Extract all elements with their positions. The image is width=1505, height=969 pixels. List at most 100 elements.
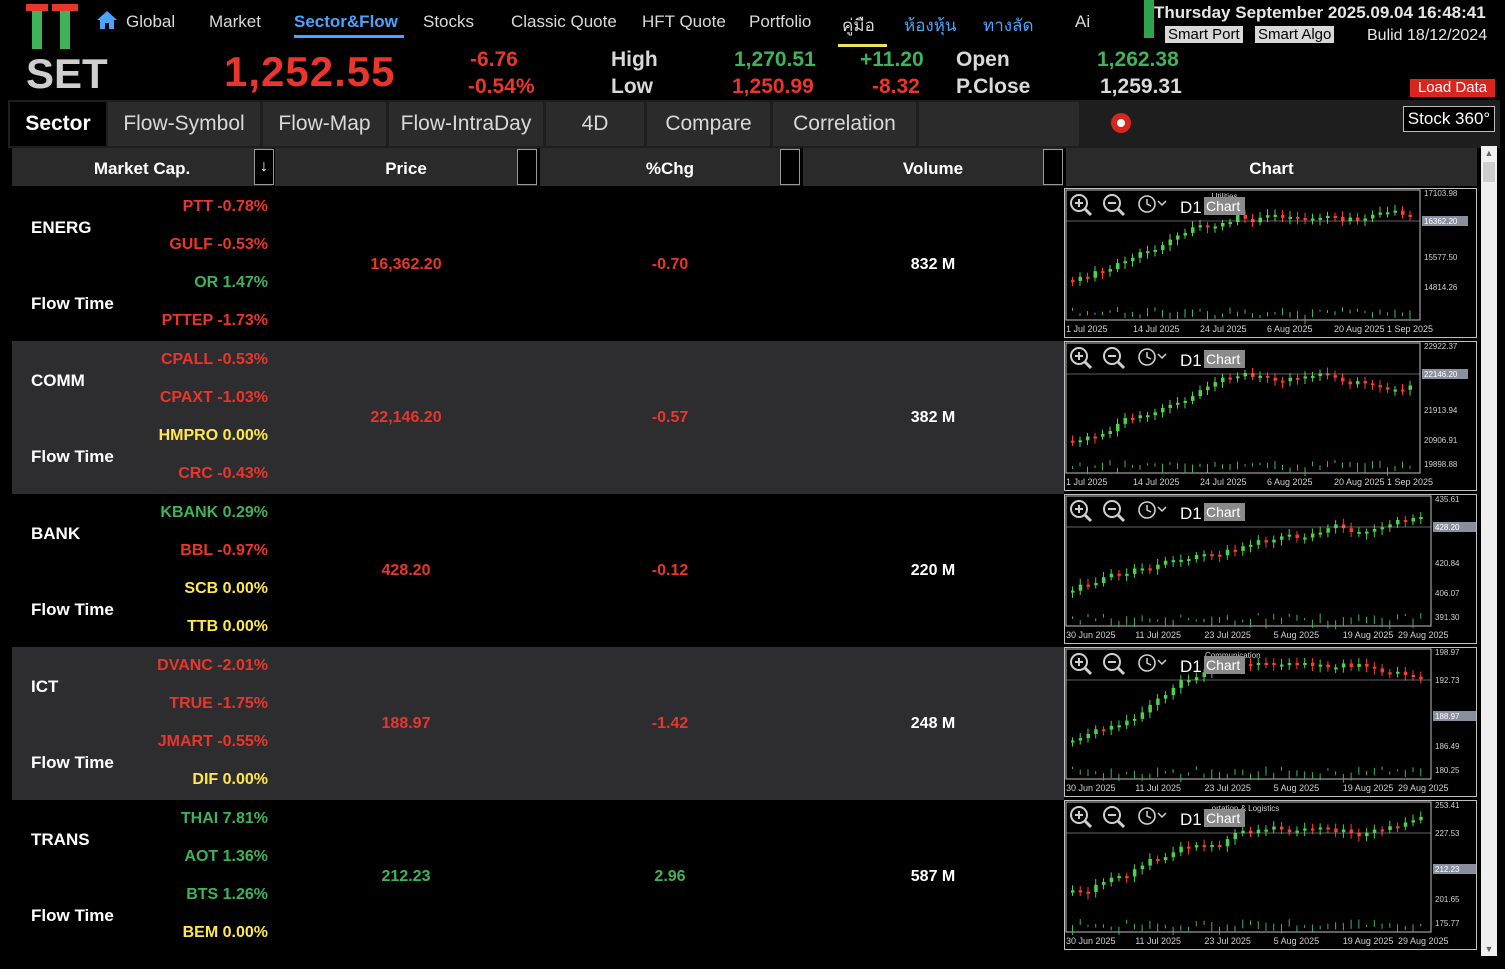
smart-algo-button[interactable]: Smart Algo [1255,26,1335,43]
flow-time-link[interactable]: Flow Time [31,753,114,773]
nav-ai[interactable]: Ai [1075,12,1090,32]
header-market-cap[interactable]: Market Cap. [12,148,272,186]
svg-text:20906.91: 20906.91 [1424,436,1458,445]
zoom-out-icon[interactable] [1103,347,1126,370]
top-stock[interactable]: TRUE -1.75% [169,695,268,713]
top-stock[interactable]: OR 1.47% [194,274,268,292]
table-row[interactable]: ENERG Flow Time PTT -0.78% GULF -0.53% OR 1.… [12,188,1064,341]
cell-chg: -1.42 [651,715,689,732]
scroll-down-icon[interactable]: ▼ [1481,942,1497,956]
stock360-button[interactable]: Stock 360° [1403,106,1495,132]
top-stock[interactable]: KBANK 0.29% [160,504,268,522]
zoom-out-icon[interactable] [1103,653,1126,676]
smart-port-button[interactable]: Smart Port [1165,26,1243,43]
zoom-in-icon[interactable] [1070,194,1093,217]
flow-time-link[interactable]: Flow Time [31,600,114,620]
top-stock[interactable]: CPAXT -1.03% [160,389,268,407]
nav-hft-quote[interactable]: HFT Quote [642,12,726,32]
flow-time-link[interactable]: Flow Time [31,906,114,926]
flow-time-link[interactable]: Flow Time [31,447,114,467]
nav-manual[interactable]: คู่มือ [838,12,887,47]
zoom-out-icon[interactable] [1103,194,1126,217]
zoom-in-icon[interactable] [1070,806,1093,829]
nav-stock-room[interactable]: ห้องหุ้น [904,12,957,39]
sector-name[interactable]: COMM [31,371,85,391]
svg-text:19 Aug 2025: 19 Aug 2025 [1343,783,1394,793]
tab-flow-intraday[interactable]: Flow-IntraDay [389,102,543,146]
clock-icon[interactable] [1138,654,1167,672]
chart-button[interactable]: Chart [1204,197,1245,215]
top-stock[interactable]: TTB 0.00% [187,618,268,636]
top-stock[interactable]: DIF 0.00% [192,771,268,789]
sector-name[interactable]: TRANS [31,830,90,850]
sort-down-icon[interactable]: ↓ [254,149,274,185]
top-stock[interactable]: AOT 1.36% [184,848,268,866]
mini-chart[interactable]: 198.97 192.73 188.97 186.49 180.25 30 Jun 202… [1064,647,1477,797]
volume-filter-handle[interactable] [1043,149,1063,185]
zoom-in-icon[interactable] [1070,347,1093,370]
chart-button[interactable]: Chart [1204,503,1245,521]
nav-sector-flow[interactable]: Sector&Flow [294,12,404,38]
tab-compare[interactable]: Compare [647,102,770,146]
clock-icon[interactable] [1138,348,1167,366]
mini-chart[interactable]: 253.41 227.53 212.23 201.65 175.77 30 Jun 202… [1064,800,1477,950]
clock-icon[interactable] [1138,807,1167,825]
tab-sector[interactable]: Sector [10,102,106,146]
mini-chart[interactable]: 22922.37 22146.20 21913.94 20906.91 19898.88… [1064,341,1477,491]
clock-icon[interactable] [1138,501,1167,519]
chart-button[interactable]: Chart [1204,350,1245,368]
nav-stocks[interactable]: Stocks [423,12,474,32]
sector-name[interactable]: ICT [31,677,58,697]
nav-portfolio[interactable]: Portfolio [749,12,811,32]
top-stock[interactable]: BBL -0.97% [180,542,268,560]
top-stock[interactable]: CPALL -0.53% [161,351,268,369]
top-stock[interactable]: HMPRO 0.00% [159,427,268,445]
header-chg[interactable]: %Chg [540,148,800,186]
sector-name[interactable]: BANK [31,524,80,544]
cell-chg: -0.70 [651,256,689,273]
top-stock[interactable]: GULF -0.53% [169,236,268,254]
top-stock[interactable]: SCB 0.00% [184,580,268,598]
nav-global[interactable]: Global [126,12,175,32]
top-stock[interactable]: DVANC -2.01% [157,657,268,675]
zoom-in-icon[interactable] [1070,500,1093,523]
top-stock[interactable]: PTT -0.78% [183,198,268,216]
nav-market[interactable]: Market [209,12,261,32]
flow-time-link[interactable]: Flow Time [31,294,114,314]
scroll-thumb[interactable] [1483,162,1495,182]
vertical-scrollbar[interactable]: ▲ ▼ [1481,146,1497,956]
header-volume[interactable]: Volume [803,148,1063,186]
record-icon[interactable] [1111,113,1131,133]
zoom-out-icon[interactable] [1103,806,1126,829]
chart-button[interactable]: Chart [1204,656,1245,674]
mini-chart[interactable]: 17103.98 16362.20 15577.50 14814.26 1 Jul 20… [1064,188,1477,338]
top-stock[interactable]: JMART -0.55% [158,733,268,751]
tab-flow-map[interactable]: Flow-Map [263,102,386,146]
scroll-up-icon[interactable]: ▲ [1481,146,1497,160]
tab-4d[interactable]: 4D [546,102,644,146]
load-data-button[interactable]: Load Data [1410,79,1495,97]
mini-chart[interactable]: 435.61 428.20 420.84 406.07 391.30 30 Jun 202… [1064,494,1477,644]
sector-name[interactable]: ENERG [31,218,91,238]
zoom-in-icon[interactable] [1070,653,1093,676]
table-row[interactable]: COMM Flow Time CPALL -0.53% CPAXT -1.03% HMP… [12,341,1064,494]
price-filter-handle[interactable] [517,149,537,185]
nav-classic-quote[interactable]: Classic Quote [511,12,617,32]
top-stock[interactable]: CRC -0.43% [178,465,268,483]
zoom-out-icon[interactable] [1103,500,1126,523]
header-price[interactable]: Price [275,148,537,186]
top-stock[interactable]: THAI 7.81% [181,810,268,828]
table-row[interactable]: ICT Flow Time DVANC -2.01% TRUE -1.75% JMART… [12,647,1064,800]
table-row[interactable]: TRANS Flow Time THAI 7.81% AOT 1.36% BTS 1.2… [12,800,1064,953]
chart-button[interactable]: Chart [1204,809,1245,827]
home-icon[interactable] [96,10,118,30]
top-stock[interactable]: BEM 0.00% [183,924,268,942]
top-stock[interactable]: BTS 1.26% [186,886,268,904]
clock-icon[interactable] [1138,195,1167,213]
chg-filter-handle[interactable] [780,149,800,185]
table-row[interactable]: BANK Flow Time KBANK 0.29% BBL -0.97% SCB 0.… [12,494,1064,647]
top-stock[interactable]: PTTEP -1.73% [162,312,268,330]
nav-shortcut[interactable]: ทางลัด [983,12,1034,39]
tab-flow-symbol[interactable]: Flow-Symbol [108,102,260,146]
tab-correlation[interactable]: Correlation [773,102,916,146]
